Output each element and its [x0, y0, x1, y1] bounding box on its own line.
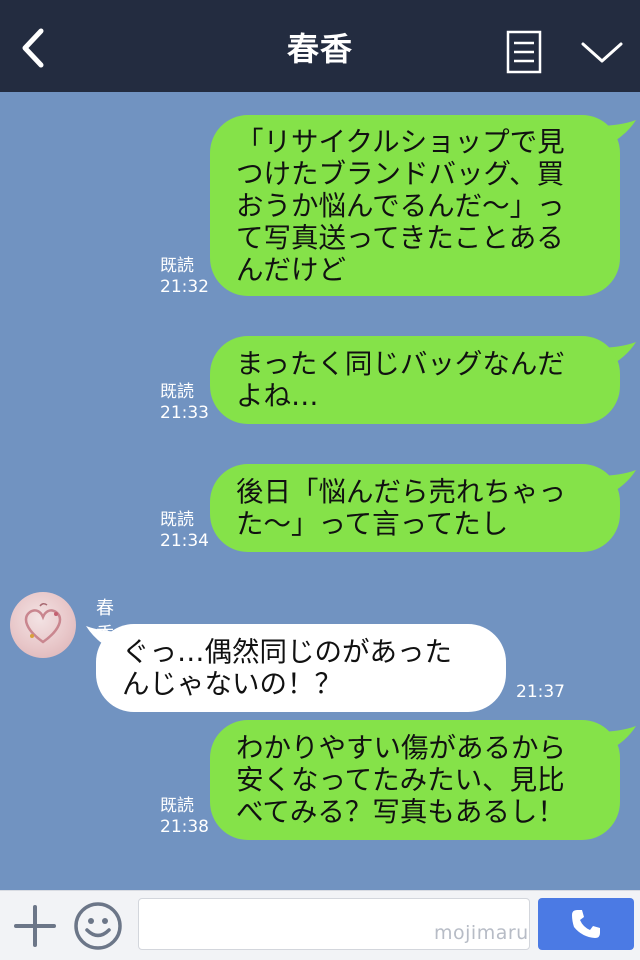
message-bubble[interactable]: わかりやすい傷があるから 安くなってたみたい、見比 べてみる？写真もあるし！	[210, 720, 620, 840]
list-menu-icon	[506, 30, 542, 74]
add-button[interactable]	[12, 903, 58, 949]
read-status: 既読	[160, 256, 194, 276]
message-time: 21:34	[160, 531, 209, 551]
plus-icon	[14, 905, 56, 947]
read-status: 既読	[160, 796, 194, 816]
message-bubble[interactable]: ぐっ…偶然同じのがあった んじゃないの！？	[96, 624, 506, 712]
avatar[interactable]	[10, 592, 76, 658]
message-bubble[interactable]: まったく同じバッグなんだ よね…	[210, 336, 620, 424]
emoji-button[interactable]	[72, 900, 124, 952]
menu-button[interactable]	[500, 28, 548, 76]
message-time: 21:38	[160, 817, 209, 837]
read-receipt-time: 既読 21:33	[160, 382, 209, 424]
watermark-text: mojimaru	[434, 922, 529, 944]
message-time: 21:33	[160, 403, 209, 423]
back-button[interactable]	[8, 20, 56, 76]
chevron-down-icon	[581, 42, 623, 63]
read-receipt-time: 既読 21:32	[160, 256, 209, 298]
read-status: 既読	[160, 510, 194, 530]
message-bubble[interactable]: 後日「悩んだら売れちゃっ た〜」って言ってたし	[210, 464, 620, 552]
call-button[interactable]	[538, 898, 634, 950]
message-time: 21:32	[160, 277, 209, 297]
message-time: 21:37	[516, 682, 565, 702]
collapse-button[interactable]	[574, 30, 630, 74]
read-status: 既読	[160, 382, 194, 402]
read-receipt-time: 既読 21:34	[160, 510, 209, 552]
message-bubble[interactable]: 「リサイクルショップで見 つけたブランドバッグ、買 おうか悩んでるんだ〜」っ て…	[210, 115, 620, 296]
chevron-left-icon	[22, 28, 44, 68]
heart-icon	[24, 602, 62, 644]
smiley-icon	[74, 902, 122, 950]
chat-header: 春香	[0, 0, 640, 92]
phone-icon	[572, 910, 600, 938]
read-receipt-time: 既読 21:38	[160, 796, 209, 838]
